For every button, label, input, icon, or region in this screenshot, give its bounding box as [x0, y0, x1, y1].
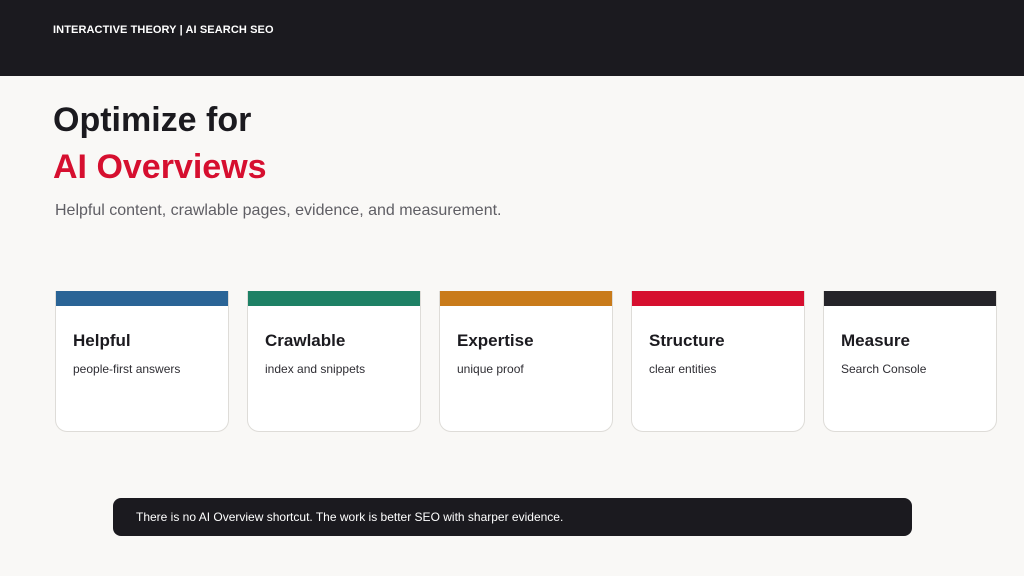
- card-title: Measure: [841, 331, 910, 350]
- card-title: Helpful: [73, 331, 131, 350]
- footer-callout: There is no AI Overview shortcut. The wo…: [113, 498, 912, 536]
- brand-label: INTERACTIVE THEORY | AI SEARCH SEO: [53, 24, 274, 36]
- card-crawlable: Crawlable index and snippets: [247, 291, 421, 432]
- card-title: Structure: [649, 331, 725, 350]
- page-title-highlight: AI Overviews: [53, 148, 267, 186]
- card-accent-bar: [824, 291, 996, 306]
- card-description: index and snippets: [265, 362, 366, 376]
- card-description: people-first answers: [73, 362, 181, 376]
- card-accent-bar: [248, 291, 420, 306]
- page-subtitle: Helpful content, crawlable pages, eviden…: [55, 202, 502, 219]
- card-description: Search Console: [841, 362, 927, 376]
- card-expertise: Expertise unique proof: [439, 291, 613, 432]
- card-description: unique proof: [457, 362, 524, 376]
- footer-note: There is no AI Overview shortcut. The wo…: [136, 510, 564, 524]
- page-title: Optimize for: [53, 101, 252, 139]
- card-helpful: Helpful people-first answers: [55, 291, 229, 432]
- card-accent-bar: [632, 291, 804, 306]
- card-accent-bar: [56, 291, 228, 306]
- card-description: clear entities: [649, 362, 717, 376]
- top-header-bar: INTERACTIVE THEORY | AI SEARCH SEO: [0, 0, 1024, 76]
- card-measure: Measure Search Console: [823, 291, 997, 432]
- card-title: Expertise: [457, 331, 534, 350]
- card-structure: Structure clear entities: [631, 291, 805, 432]
- card-accent-bar: [440, 291, 612, 306]
- card-title: Crawlable: [265, 331, 346, 350]
